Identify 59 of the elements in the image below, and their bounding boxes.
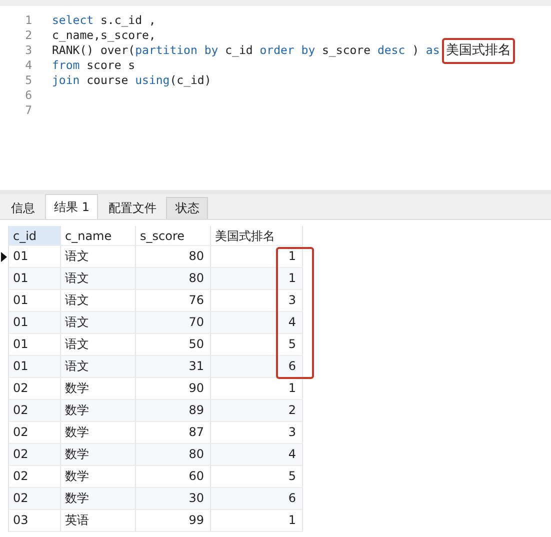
table-cell: 数学 xyxy=(61,488,136,510)
sql-keyword: from xyxy=(52,58,80,73)
table-cell: 2 xyxy=(211,400,303,422)
table-cell: 英语 xyxy=(61,510,136,532)
table-cell: 03 xyxy=(9,510,61,532)
table-cell: 4 xyxy=(211,444,303,466)
code-text: RANK() over( xyxy=(52,43,136,58)
column-header[interactable]: c_id xyxy=(9,226,61,246)
column-header[interactable]: s_score xyxy=(136,226,211,246)
sql-keyword: partition by xyxy=(135,43,218,58)
column-header[interactable]: c_name xyxy=(61,226,136,246)
table-cell: 01 xyxy=(9,268,61,290)
highlighted-alias: 美国式排名 xyxy=(442,38,515,64)
table-cell: 80 xyxy=(136,268,211,290)
line-number: 4 xyxy=(24,58,33,73)
table-cell: 4 xyxy=(211,312,303,334)
code-text: score s xyxy=(86,58,136,73)
code-text: c_id xyxy=(224,43,254,58)
table-cell: 02 xyxy=(9,400,61,422)
code-text: (c_id) xyxy=(170,73,212,88)
table-cell: 语文 xyxy=(61,312,136,334)
table-cell: 02 xyxy=(9,444,61,466)
line-number: 7 xyxy=(24,103,33,118)
line-number: 5 xyxy=(24,73,33,88)
line-number: 2 xyxy=(24,28,33,43)
line-number: 3 xyxy=(24,43,33,58)
table-cell: 31 xyxy=(136,356,211,378)
table-cell: 数学 xyxy=(61,400,136,422)
result-tab[interactable]: 状态 xyxy=(166,197,208,219)
table-cell: 数学 xyxy=(61,444,136,466)
sql-keyword: desc xyxy=(377,43,406,58)
table-cell: 89 xyxy=(136,400,211,422)
code-text: course xyxy=(86,73,130,88)
table-cell: 80 xyxy=(136,444,211,466)
table-cell: 语文 xyxy=(61,268,136,290)
table-cell: 6 xyxy=(211,488,303,510)
sql-keyword: order by xyxy=(260,43,316,58)
table-cell: 30 xyxy=(136,488,211,510)
code-text: ) xyxy=(411,43,420,58)
table-cell: 1 xyxy=(211,268,303,290)
table-cell: 70 xyxy=(136,312,211,334)
table-cell: 6 xyxy=(211,356,303,378)
code-text: c_name,s_score, xyxy=(52,28,156,43)
table-cell: 99 xyxy=(136,510,211,532)
sql-keyword: using xyxy=(135,73,170,88)
result-tab[interactable]: 结果 1 xyxy=(45,194,98,219)
sql-keyword: as xyxy=(426,43,440,58)
sql-keyword: select xyxy=(52,13,94,28)
line-number: 1 xyxy=(24,13,33,28)
line-number: 6 xyxy=(24,88,33,103)
table-cell: 01 xyxy=(9,312,61,334)
table-cell: 1 xyxy=(211,510,303,532)
table-cell: 语文 xyxy=(61,356,136,378)
column-header[interactable]: 美国式排名 xyxy=(211,226,303,246)
code-text: s_score xyxy=(321,43,372,58)
sql-keyword: join xyxy=(52,73,80,88)
table-cell: 02 xyxy=(9,488,61,510)
table-cell: 01 xyxy=(9,356,61,378)
code-text: s.c_id , xyxy=(99,13,156,28)
